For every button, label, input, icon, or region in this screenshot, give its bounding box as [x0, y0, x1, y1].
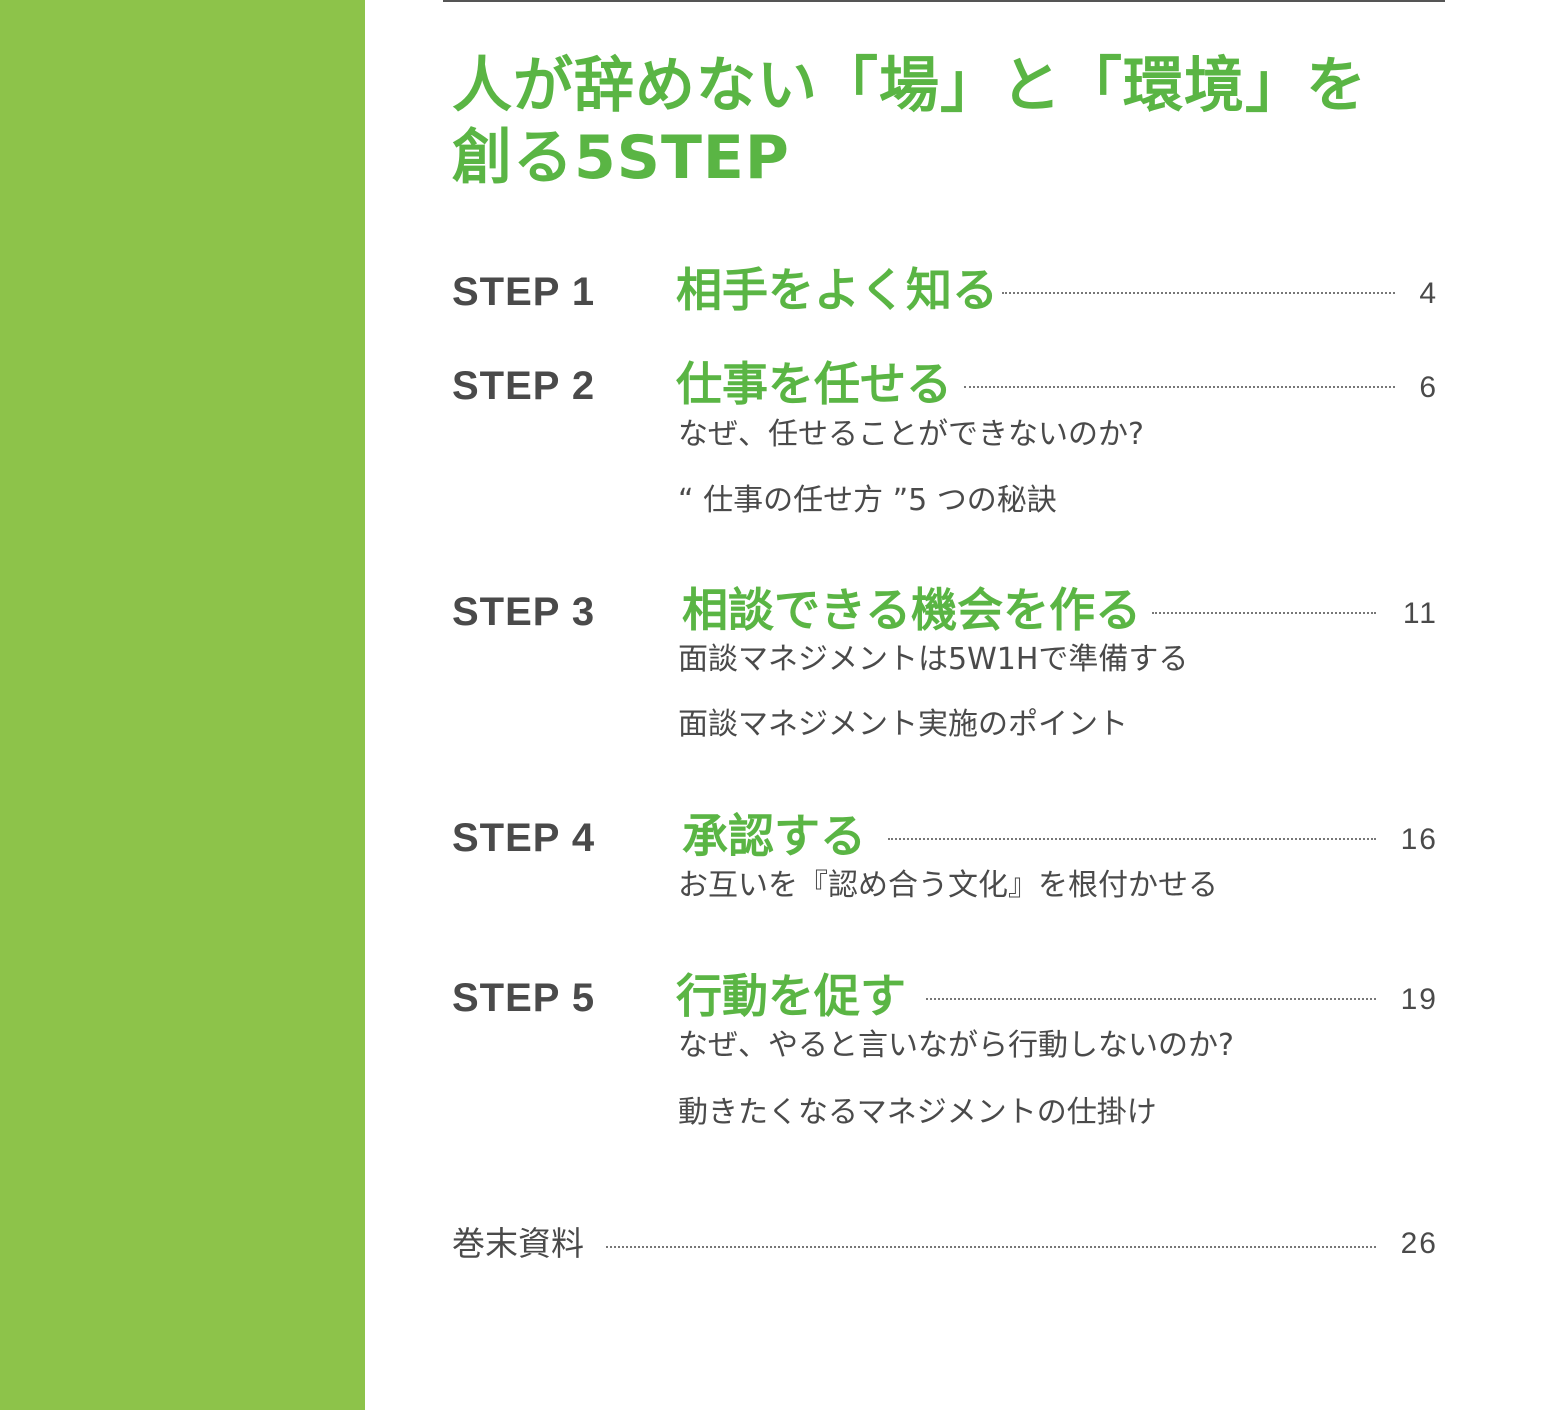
- dot-leader: [926, 998, 1376, 1000]
- toc-subitem[interactable]: 面談マネジメントは5W1Hで準備する: [678, 641, 1188, 679]
- page-number: 26: [1400, 1227, 1438, 1260]
- toc-entry-appendix[interactable]: 巻末資料 26: [452, 1222, 1438, 1272]
- toc-entry-step-5[interactable]: STEP 5 行動を促す 19: [452, 968, 1438, 1028]
- page-number: 11: [1402, 597, 1438, 630]
- step-heading: 仕事を任せる: [676, 357, 952, 411]
- toc-entry-step-3[interactable]: STEP 3 相談できる機会を作る 11: [452, 582, 1438, 642]
- page-number: 16: [1400, 823, 1438, 856]
- toc-entry-step-4[interactable]: STEP 4 承認する 16: [452, 808, 1438, 868]
- toc-subitem[interactable]: お互いを『認め合う文化』を根付かせる: [678, 867, 1218, 905]
- step-heading: 相手をよく知る: [676, 263, 998, 317]
- toc-subitem[interactable]: “ 仕事の任せ方 ”5 つの秘訣: [678, 482, 1057, 520]
- dot-leader: [606, 1246, 1376, 1248]
- step-label: STEP 2: [452, 364, 596, 408]
- step-heading: 相談できる機会を作る: [682, 583, 1142, 637]
- page-number: 19: [1400, 983, 1438, 1016]
- dot-leader: [964, 386, 1395, 388]
- dot-leader: [1152, 612, 1376, 614]
- toc-subitem[interactable]: なぜ、やると言いながら行動しないのか?: [678, 1027, 1234, 1065]
- step-label: STEP 5: [452, 976, 596, 1020]
- step-label: STEP 1: [452, 270, 596, 314]
- title-line-2: 創る5STEP: [452, 123, 790, 193]
- title-line-1: 人が辞めない「場」と「環境」を: [452, 51, 1367, 121]
- page-number: 6: [1419, 371, 1438, 404]
- toc-entry-step-1[interactable]: STEP 1 相手をよく知る 4: [452, 262, 1438, 322]
- appendix-label: 巻末資料: [452, 1224, 584, 1263]
- page-title: 人が辞めない「場」と「環境」を 創る5STEP: [452, 50, 1432, 194]
- step-heading: 承認する: [682, 809, 866, 863]
- step-label: STEP 4: [452, 816, 596, 860]
- step-label: STEP 3: [452, 590, 596, 634]
- dot-leader: [888, 838, 1376, 840]
- toc-subitem[interactable]: なぜ、任せることができないのか?: [678, 416, 1144, 454]
- dot-leader: [1002, 292, 1395, 294]
- toc-entry-step-2[interactable]: STEP 2 仕事を任せる 6: [452, 356, 1438, 416]
- side-color-band: [0, 0, 365, 1410]
- top-rule: [443, 0, 1445, 2]
- toc-subitem[interactable]: 動きたくなるマネジメントの仕掛け: [678, 1094, 1157, 1132]
- toc-subitem[interactable]: 面談マネジメント実施のポイント: [678, 706, 1128, 744]
- page-number: 4: [1419, 277, 1438, 310]
- step-heading: 行動を促す: [676, 969, 906, 1023]
